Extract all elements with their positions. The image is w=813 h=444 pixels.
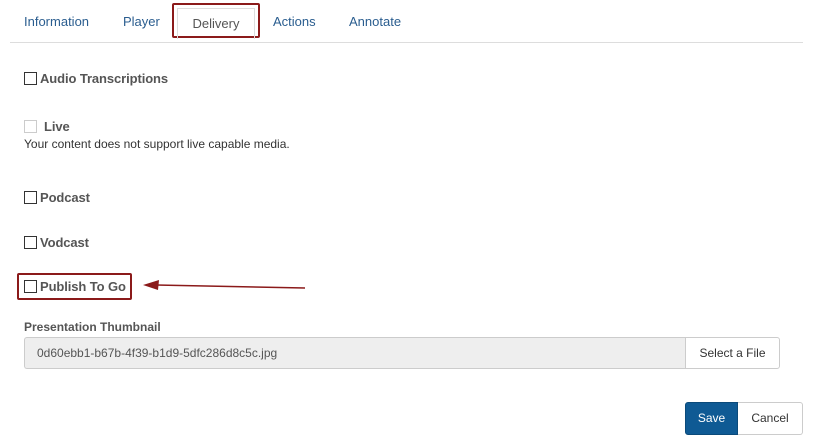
- publish-to-go-label: Publish To Go: [40, 278, 126, 294]
- podcast-checkbox[interactable]: [24, 190, 37, 204]
- podcast-label: Podcast: [40, 189, 90, 205]
- tab-player[interactable]: Player: [123, 0, 160, 42]
- thumbnail-filename-input[interactable]: [24, 337, 685, 369]
- cancel-button[interactable]: Cancel: [738, 402, 803, 435]
- option-audio-transcriptions: Audio Transcriptions: [24, 69, 168, 87]
- option-vodcast: Vodcast: [24, 233, 89, 251]
- tab-information[interactable]: Information: [24, 0, 89, 42]
- tab-delivery[interactable]: Delivery: [172, 3, 260, 39]
- vodcast-label: Vodcast: [40, 234, 89, 250]
- audio-transcriptions-label: Audio Transcriptions: [40, 70, 169, 86]
- live-label: Live: [44, 118, 70, 134]
- presentation-thumbnail-label: Presentation Thumbnail: [24, 320, 161, 334]
- vodcast-checkbox[interactable]: [24, 235, 37, 249]
- tab-actions[interactable]: Actions: [273, 0, 316, 42]
- publish-to-go-checkbox[interactable]: [24, 279, 37, 293]
- annotation-arrow-icon: [143, 280, 306, 290]
- select-file-button[interactable]: Select a File: [685, 337, 780, 369]
- tab-bar: Information Player Delivery Actions Anno…: [10, 0, 803, 43]
- option-publish-to-go: Publish To Go: [24, 277, 126, 295]
- live-checkbox: [24, 119, 37, 133]
- audio-transcriptions-checkbox[interactable]: [24, 71, 37, 85]
- option-podcast: Podcast: [24, 188, 90, 206]
- live-helper-text: Your content does not support live capab…: [24, 137, 290, 151]
- option-live: Live: [24, 117, 70, 135]
- save-button[interactable]: Save: [685, 402, 738, 435]
- tab-annotate[interactable]: Annotate: [349, 0, 401, 42]
